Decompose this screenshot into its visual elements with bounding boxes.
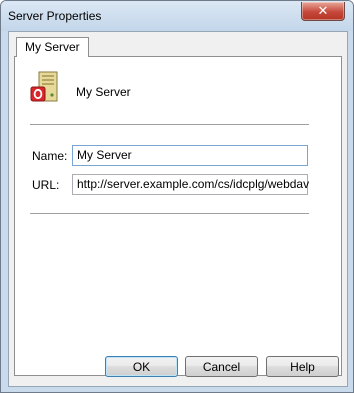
url-field[interactable]: http://server.example.com/cs/idcplg/webd… [72, 174, 309, 195]
tab-label: My Server [25, 40, 80, 54]
server-name-heading: My Server [76, 85, 131, 99]
help-button[interactable]: Help [266, 356, 339, 377]
divider-top [30, 124, 309, 125]
ok-button[interactable]: OK [105, 356, 178, 377]
close-button[interactable]: ✕ [301, 2, 345, 21]
name-field[interactable]: My Server [72, 145, 308, 166]
dialog-client-area: My Server My Server Name: My Server URL:… [8, 31, 348, 387]
title-bar[interactable]: Server Properties ✕ [1, 1, 353, 31]
name-label: Name: [32, 149, 68, 163]
divider-bottom [30, 213, 309, 214]
window-title: Server Properties [8, 9, 102, 23]
tab-panel: My Server Name: My Server URL: http://se… [14, 56, 342, 376]
close-icon: ✕ [317, 3, 329, 18]
server-properties-dialog: Server Properties ✕ My Server My Server … [0, 0, 354, 393]
tab-my-server[interactable]: My Server [16, 37, 89, 57]
server-icon [30, 71, 58, 102]
url-label: URL: [32, 178, 60, 192]
cancel-button[interactable]: Cancel [185, 356, 258, 377]
